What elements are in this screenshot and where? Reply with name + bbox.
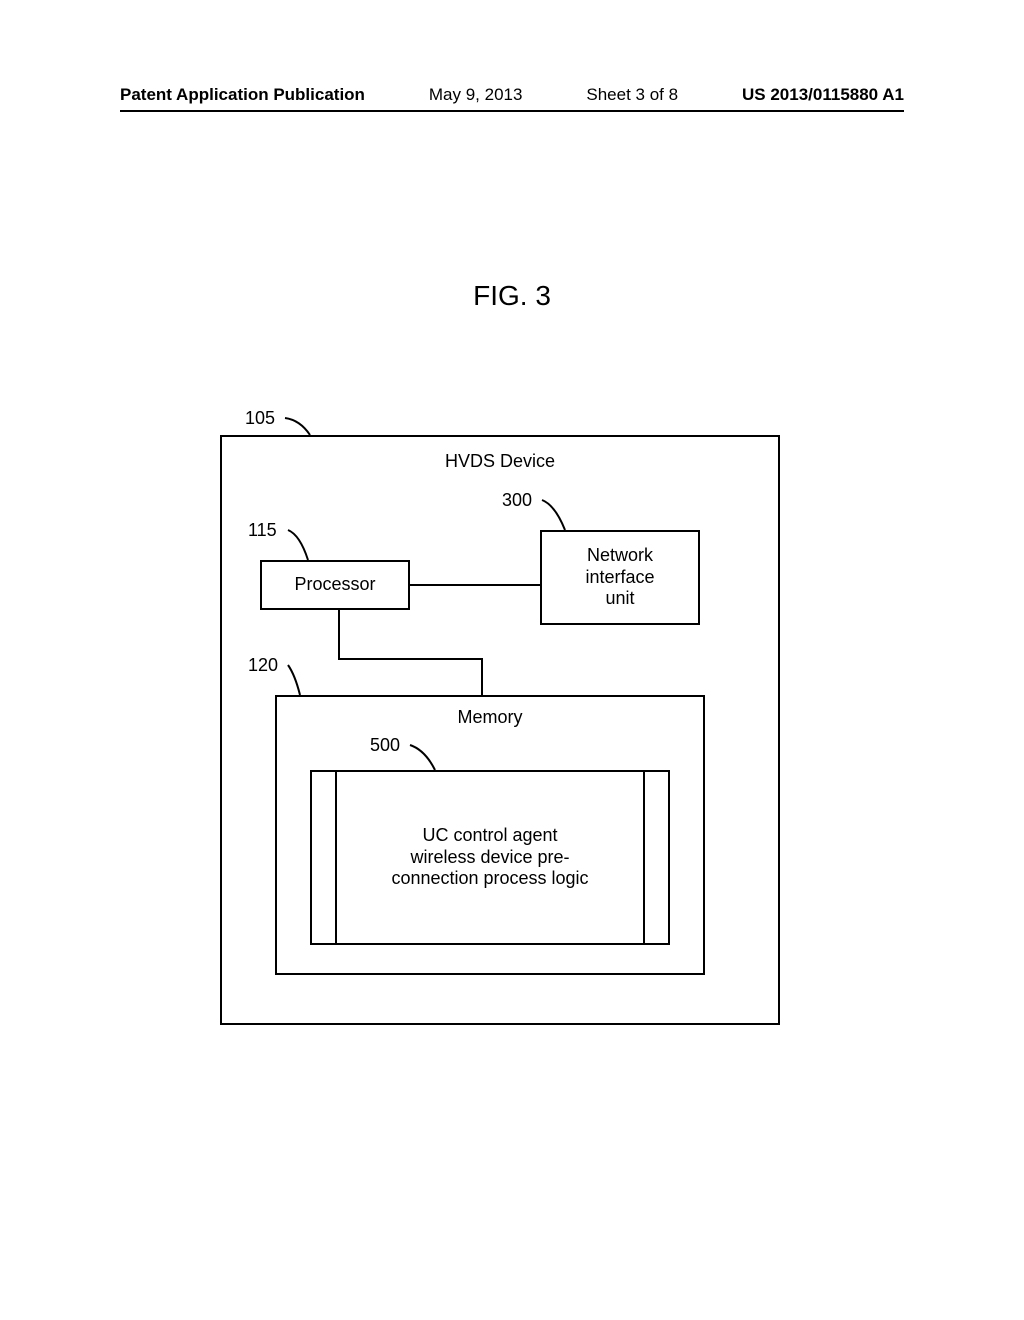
proc-mem-h (338, 658, 483, 660)
publication-label: Patent Application Publication (120, 85, 365, 105)
figure-label: FIG. 3 (0, 280, 1024, 312)
ref-120: 120 (248, 655, 278, 676)
publication-number: US 2013/0115880 A1 (742, 85, 904, 105)
page: Patent Application Publication May 9, 20… (0, 0, 1024, 1320)
network-line-1: Network (587, 545, 653, 567)
ref-105: 105 (245, 408, 275, 429)
processor-box: Processor (260, 560, 410, 610)
network-line-2: interface (585, 567, 654, 589)
ref-115: 115 (248, 520, 277, 541)
proc-net-line (410, 584, 540, 586)
processor-label: Processor (294, 574, 375, 596)
proc-mem-v (338, 610, 340, 660)
publication-date: May 9, 2013 (429, 85, 523, 105)
hvds-device-title: HVDS Device (222, 451, 778, 472)
network-line-3: unit (605, 588, 634, 610)
ref-300: 300 (502, 490, 532, 511)
logic-line-3: connection process logic (391, 868, 588, 890)
network-interface-box: Network interface unit (540, 530, 700, 625)
ref-500: 500 (370, 735, 400, 756)
logic-right-bar (643, 770, 645, 945)
logic-line-2: wireless device pre- (410, 847, 569, 869)
header-rule (120, 110, 904, 112)
page-header: Patent Application Publication May 9, 20… (120, 85, 904, 105)
sheet-label: Sheet 3 of 8 (586, 85, 678, 105)
logic-line-1: UC control agent (422, 825, 557, 847)
logic-box: UC control agent wireless device pre- co… (310, 770, 670, 945)
logic-left-bar (335, 770, 337, 945)
memory-label: Memory (277, 707, 703, 728)
proc-mem-v2 (481, 658, 483, 695)
